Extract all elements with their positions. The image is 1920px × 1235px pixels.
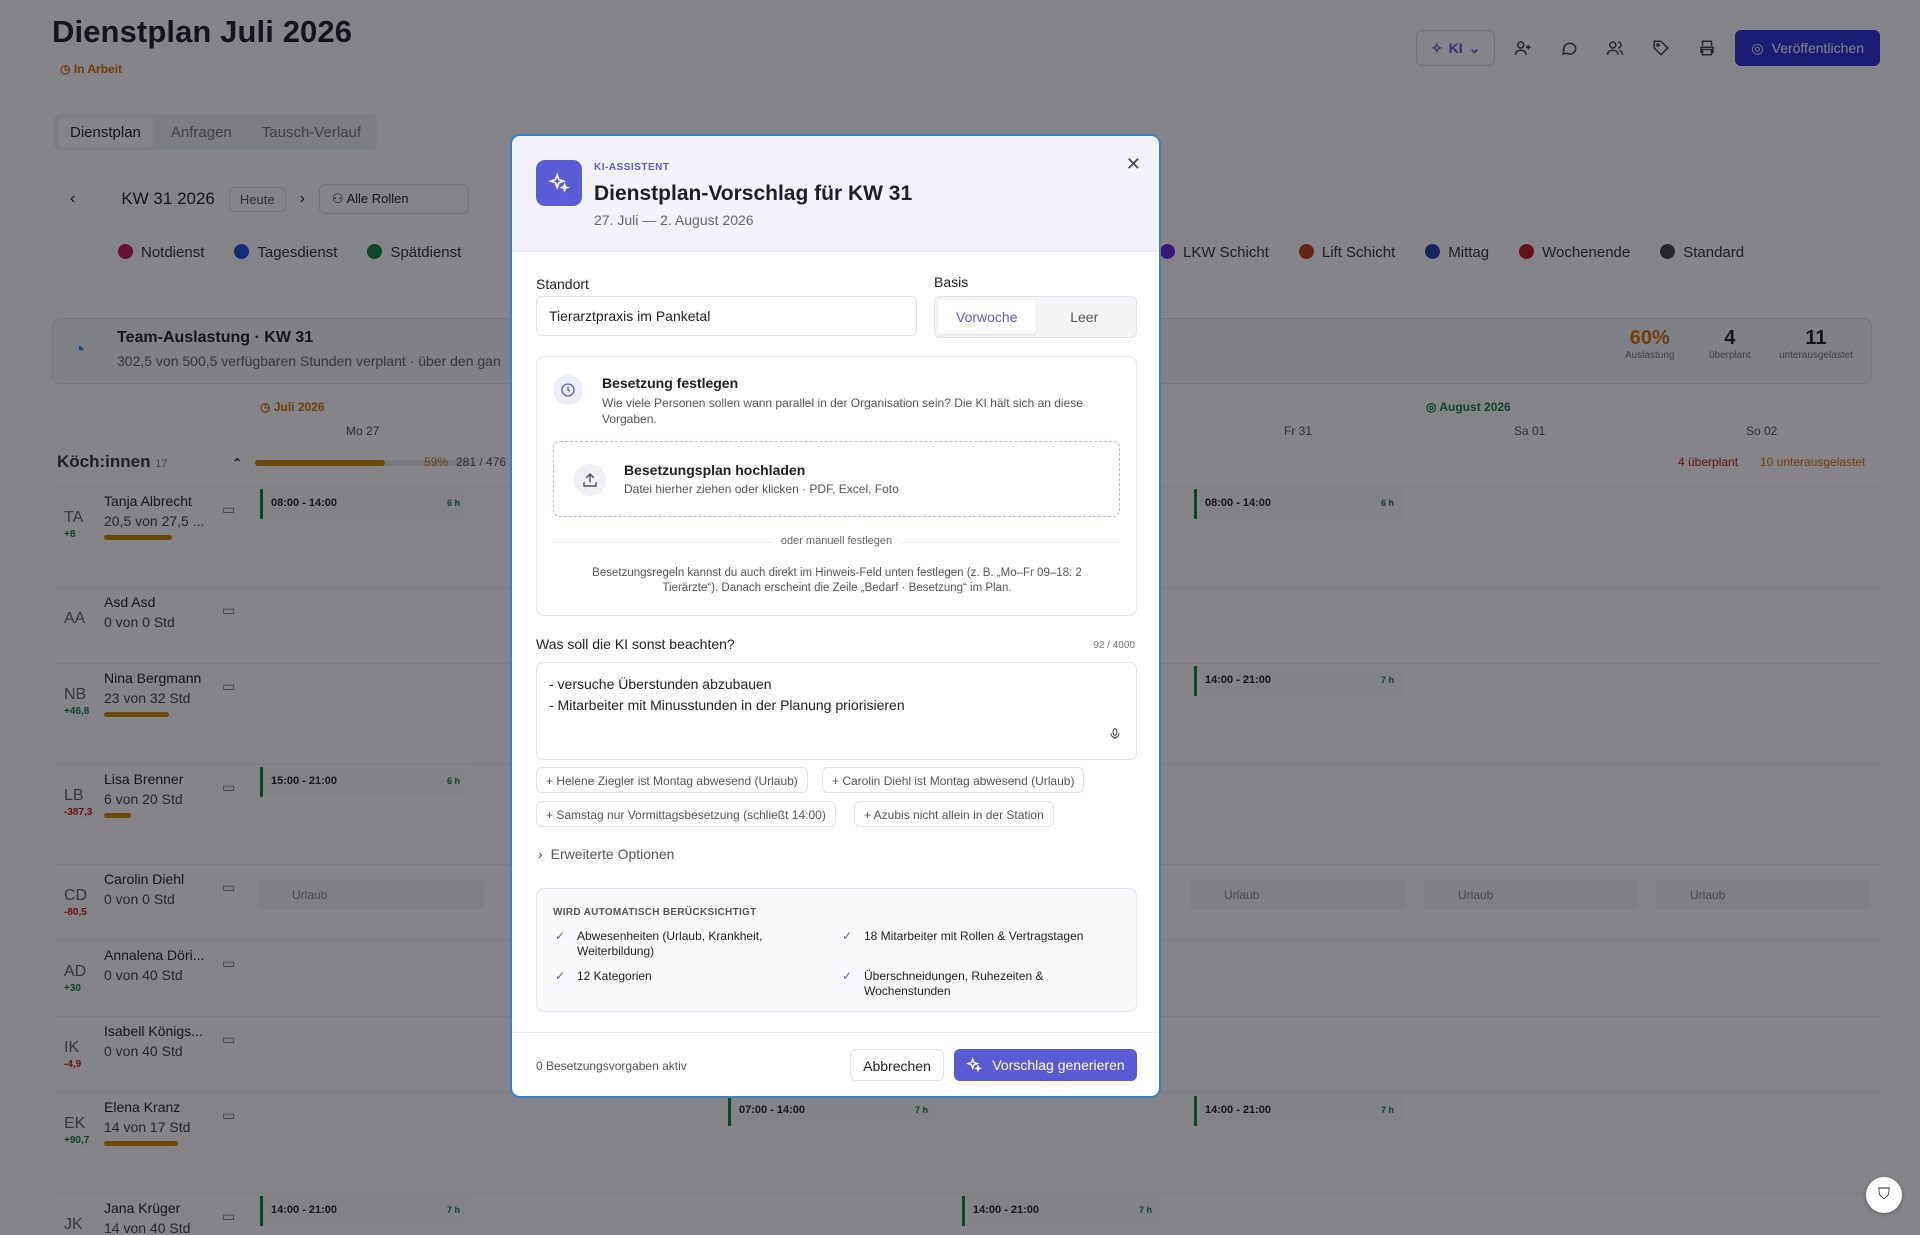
or-divider-text: oder manuell festlegen (537, 535, 1136, 547)
modal-title: Dienstplan-Vorschlag für KW 31 (594, 182, 913, 205)
upload-subtitle: Datei hierher ziehen oder klicken · PDF,… (624, 482, 899, 496)
suggestion-chip[interactable]: + Helene Ziegler ist Montag abwesend (Ur… (536, 767, 808, 793)
check-icon: ✓ (555, 929, 566, 943)
auto-item: ✓ 12 Kategorien (555, 969, 652, 983)
auto-considered-card: WIRD AUTOMATISCH BERÜCKSICHTIGT ✓ Abwesen… (536, 888, 1137, 1012)
basis-option-leer[interactable]: Leer (1036, 300, 1134, 334)
modal-date-range: 27. Juli — 2. August 2026 (594, 212, 754, 228)
check-icon: ✓ (555, 969, 566, 983)
modal-footer: 0 Besetzungsvorgaben aktiv Abbrechen Vor… (512, 1032, 1159, 1096)
sparkle-icon (966, 1057, 983, 1073)
notes-line: - versuche Überstunden abzubauen (549, 676, 772, 692)
standort-label: Standort (536, 276, 589, 292)
cancel-button[interactable]: Abbrechen (850, 1049, 944, 1081)
notes-line: - Mitarbeiter mit Minusstunden in der Pl… (549, 697, 905, 713)
clock-icon (553, 375, 583, 405)
basis-option-vorwoche[interactable]: Vorwoche (938, 300, 1036, 334)
besetzung-hint: Besetzungsregeln kannst du auch direkt i… (592, 567, 1082, 594)
close-icon[interactable]: ✕ (1126, 154, 1141, 175)
besetzung-title: Besetzung festlegen (602, 375, 739, 391)
privacy-shield-button[interactable]: ⛉ (1866, 1177, 1902, 1213)
besetzung-card: Besetzung festlegen Wie viele Personen s… (536, 356, 1137, 616)
standort-select[interactable]: Tierarztpraxis im Panketal (536, 296, 917, 336)
generate-button[interactable]: Vorschlag generieren (954, 1049, 1137, 1081)
check-icon: ✓ (842, 929, 853, 943)
shield-icon: ⛉ (1877, 1186, 1890, 1203)
chevron-right-icon: › (538, 846, 543, 862)
advanced-options-toggle[interactable]: › Erweiterte Optionen (538, 846, 674, 862)
active-rules-count: 0 Besetzungsvorgaben aktiv (536, 1059, 687, 1073)
modal-eyebrow: KI-ASSISTENT (594, 162, 670, 173)
auto-item: ✓ Überschneidungen, Ruhezeiten & Wochenst… (842, 969, 1044, 998)
suggestion-chip[interactable]: + Carolin Diehl ist Montag abwesend (Url… (822, 767, 1085, 793)
notes-label: Was soll die KI sonst beachten? (536, 636, 735, 652)
suggestion-chip[interactable]: + Samstag nur Vormittagsbesetzung (schli… (536, 801, 836, 827)
ki-assistant-modal: KI-ASSISTENT Dienstplan-Vorschlag für KW… (510, 134, 1161, 1098)
auto-title: WIRD AUTOMATISCH BERÜCKSICHTIGT (553, 907, 757, 918)
besetzung-description: Wie viele Personen sollen wann parallel … (602, 396, 1083, 426)
notes-counter: 92 / 4000 (1093, 640, 1135, 651)
microphone-icon[interactable] (1108, 726, 1122, 747)
sparkle-icon (536, 160, 582, 206)
upload-title: Besetzungsplan hochladen (624, 462, 806, 478)
notes-textarea[interactable]: - versuche Überstunden abzubauen - Mitar… (536, 662, 1137, 760)
generate-label: Vorschlag generieren (992, 1057, 1125, 1073)
suggestion-chip[interactable]: + Azubis nicht allein in der Station (854, 801, 1054, 827)
auto-item: ✓ Abwesenheiten (Urlaub, Krankheit, Weite… (555, 929, 763, 958)
upload-icon (574, 464, 606, 496)
basis-label: Basis (934, 274, 969, 290)
advanced-options-label: Erweiterte Optionen (550, 846, 675, 862)
auto-item: ✓ 18 Mitarbeiter mit Rollen & Vertragstag… (842, 929, 1084, 943)
app: Dienstplan Juli 2026 ◷ In Arbeit ✧KI⌄ ◎V… (0, 0, 1920, 1235)
modal-header: KI-ASSISTENT Dienstplan-Vorschlag für KW… (512, 136, 1159, 252)
check-icon: ✓ (842, 969, 853, 983)
upload-dropzone[interactable]: Besetzungsplan hochladen Datei hierher z… (553, 441, 1120, 517)
basis-toggle: Vorwoche Leer (934, 296, 1137, 338)
